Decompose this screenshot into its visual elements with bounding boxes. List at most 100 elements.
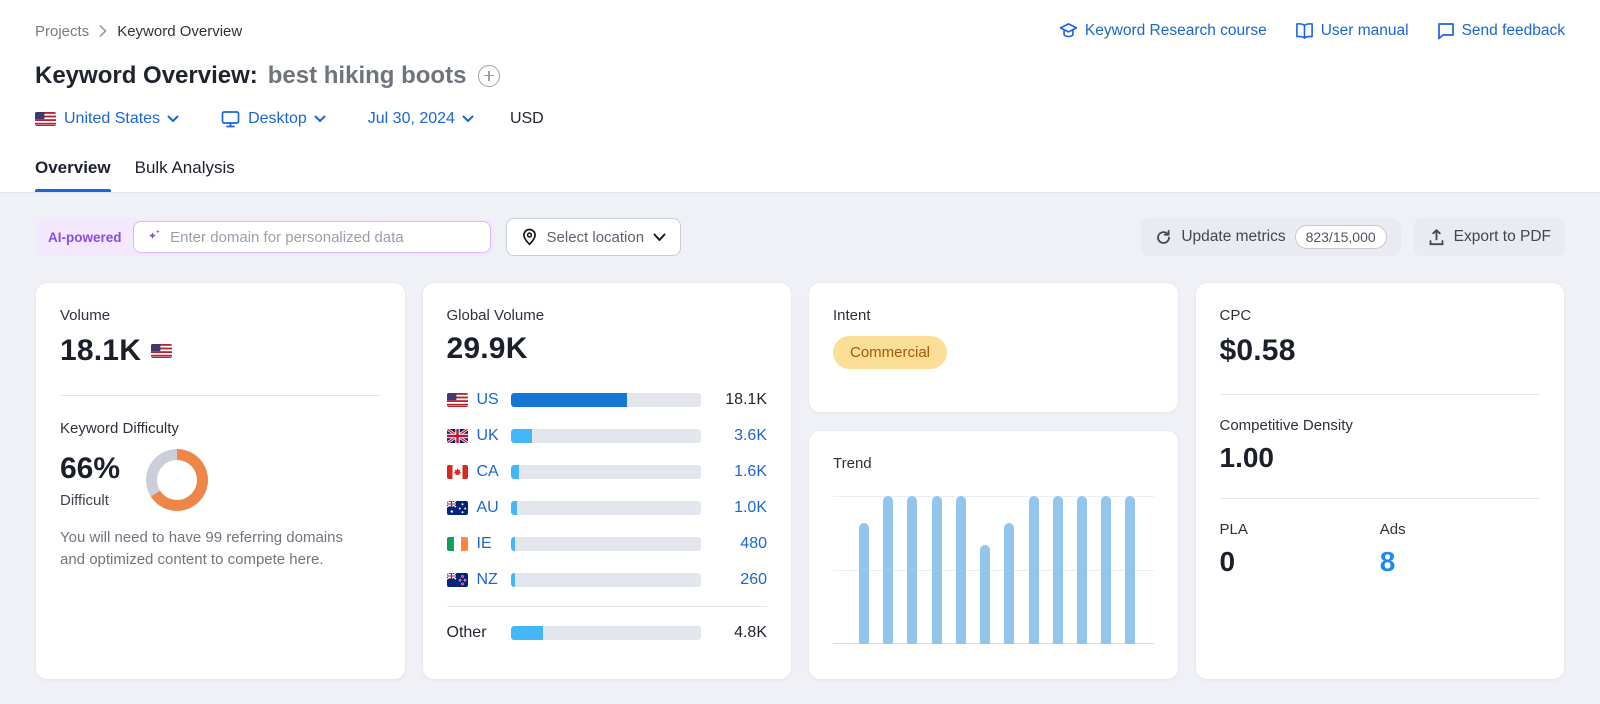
divider <box>1220 498 1541 499</box>
volume-bar-fill <box>511 465 520 479</box>
update-quota-badge: 823/15,000 <box>1295 225 1387 249</box>
cpc-value: $0.58 <box>1220 334 1541 368</box>
volume-row-value[interactable]: 480 <box>715 535 767 553</box>
ai-powered-badge: AI-powered <box>48 230 122 245</box>
breadcrumb-projects[interactable]: Projects <box>35 23 89 40</box>
global-volume-value: 29.9K <box>447 332 768 366</box>
volume-bar-fill <box>511 429 533 443</box>
keyword-difficulty-value: 66% <box>60 452 120 486</box>
keyword-difficulty-description: You will need to have 99 referring domai… <box>60 527 360 571</box>
header-links: Keyword Research course User manual Send… <box>1059 22 1565 40</box>
keyword-difficulty-level: Difficult <box>60 492 120 509</box>
trend-bar <box>1004 523 1014 644</box>
device-filter[interactable]: Desktop <box>221 110 326 128</box>
volume-difficulty-card: Volume 18.1K Keyword Difficulty 66% Diff… <box>35 282 406 680</box>
chevron-down-icon <box>462 115 474 123</box>
intent-card: Intent Commercial <box>808 282 1179 413</box>
update-metrics-button[interactable]: Update metrics 823/15,000 <box>1141 218 1400 256</box>
keyword-difficulty-label: Keyword Difficulty <box>60 420 381 437</box>
volume-value: 18.1K <box>60 334 141 368</box>
global-volume-row-nz: NZ 260 <box>447 562 768 598</box>
volume-bar-track <box>511 537 702 551</box>
tab-bulk-analysis[interactable]: Bulk Analysis <box>135 158 235 192</box>
ie-flag-icon <box>447 537 468 551</box>
country-filter[interactable]: United States <box>35 110 179 128</box>
country-code-link[interactable]: US <box>477 391 511 409</box>
keyword-research-course-link[interactable]: Keyword Research course <box>1059 22 1267 40</box>
intent-label: Intent <box>833 307 1154 324</box>
volume-row-value[interactable]: 3.6K <box>715 427 767 445</box>
volume-bar-fill <box>511 393 627 407</box>
us-flag-icon <box>447 393 468 407</box>
trend-bar <box>1029 496 1039 644</box>
select-location-label: Select location <box>547 229 645 246</box>
ai-powered-wrap: AI-powered <box>35 218 494 256</box>
add-keyword-icon[interactable] <box>478 65 500 87</box>
country-code-link[interactable]: UK <box>477 427 511 445</box>
global-volume-row-us: US18.1K <box>447 382 768 418</box>
us-flag-icon <box>35 112 56 126</box>
domain-input[interactable] <box>170 229 477 246</box>
volume-row-value[interactable]: 1.6K <box>715 463 767 481</box>
volume-bar-track <box>511 465 702 479</box>
global-volume-card: Global Volume 29.9K US18.1KUK3.6KCA1.6KA… <box>422 282 793 680</box>
page-title-prefix: Keyword Overview: <box>35 62 258 90</box>
trend-bar <box>1125 496 1135 644</box>
export-pdf-button[interactable]: Export to PDF <box>1414 218 1565 256</box>
volume-bar-track <box>511 573 702 587</box>
toolbar-actions: Update metrics 823/15,000 Export to PDF <box>1141 218 1565 256</box>
trend-bar <box>1101 496 1111 644</box>
feedback-bubble-icon <box>1437 22 1455 40</box>
ads-label: Ads <box>1380 521 1540 538</box>
breadcrumb: Projects Keyword Overview <box>35 23 242 40</box>
select-location-dropdown[interactable]: Select location <box>506 218 682 256</box>
nz-flag-icon <box>447 573 468 587</box>
volume-label: Volume <box>60 307 381 324</box>
volume-row-value: 4.8K <box>715 624 767 642</box>
global-volume-row-other: Other4.8K <box>447 615 768 651</box>
competitive-density-value: 1.00 <box>1220 442 1541 474</box>
ca-flag-icon <box>447 465 468 479</box>
global-volume-row-ie: IE 480 <box>447 526 768 562</box>
tab-overview[interactable]: Overview <box>35 158 111 192</box>
trend-label: Trend <box>833 455 1154 472</box>
desktop-icon <box>221 110 240 128</box>
refresh-icon <box>1155 229 1172 246</box>
global-volume-row-uk: UK 3.6K <box>447 418 768 454</box>
country-code-link[interactable]: IE <box>477 535 511 553</box>
difficulty-donut-chart <box>146 449 208 511</box>
trend-bar <box>980 545 990 644</box>
pla-label: PLA <box>1220 521 1380 538</box>
volume-bar-fill <box>511 537 516 551</box>
page-title: Keyword Overview: best hiking boots <box>35 62 1565 90</box>
cpc-card: CPC $0.58 Competitive Density 1.00 PLA 0… <box>1195 282 1566 680</box>
volume-row-value[interactable]: 1.0K <box>715 499 767 517</box>
country-code-link[interactable]: AU <box>477 499 511 517</box>
trend-bars <box>833 496 1154 644</box>
intent-trend-column: Intent Commercial Trend <box>808 282 1179 680</box>
intent-badge: Commercial <box>833 336 947 369</box>
send-feedback-link[interactable]: Send feedback <box>1437 22 1565 40</box>
volume-row-value[interactable]: 260 <box>715 571 767 589</box>
pla-value: 0 <box>1220 546 1380 578</box>
page-header: Projects Keyword Overview Keyword Resear… <box>0 0 1600 193</box>
trend-bar <box>1053 496 1063 644</box>
global-volume-row-au: AU 1.0K <box>447 490 768 526</box>
chevron-down-icon <box>167 115 179 123</box>
chevron-right-icon <box>99 25 107 37</box>
volume-bar-track <box>511 393 702 407</box>
tabs: Overview Bulk Analysis <box>35 158 1565 192</box>
volume-bar-fill <box>511 626 543 640</box>
main-content: AI-powered Select location Update metric… <box>0 193 1600 680</box>
country-code-link[interactable]: CA <box>477 463 511 481</box>
trend-bar <box>1077 496 1087 644</box>
date-filter[interactable]: Jul 30, 2024 <box>368 110 474 128</box>
user-manual-link[interactable]: User manual <box>1295 22 1409 40</box>
ads-value[interactable]: 8 <box>1380 546 1540 578</box>
trend-bar <box>956 496 966 644</box>
divider <box>1220 394 1541 395</box>
country-code-link[interactable]: NZ <box>477 571 511 589</box>
divider <box>60 395 381 396</box>
trend-card: Trend <box>808 430 1179 680</box>
trend-bar <box>883 496 893 644</box>
